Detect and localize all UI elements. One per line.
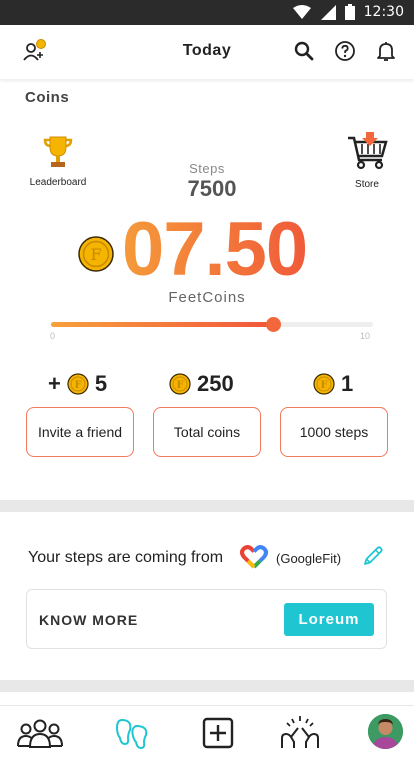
section-divider [0, 500, 414, 512]
svg-text:F: F [176, 380, 183, 391]
search-icon[interactable] [292, 39, 316, 63]
bell-icon[interactable] [374, 39, 398, 63]
google-fit-label: (GoogleFit) [276, 551, 342, 566]
battery-icon [344, 4, 355, 20]
coin-icon: F [67, 373, 89, 395]
know-more-button[interactable]: Loreum [284, 603, 374, 636]
stat-total: F 250 [169, 370, 234, 398]
feet-icon[interactable] [108, 714, 156, 752]
coins-value: 07.50 [122, 204, 308, 296]
section-title-coins: Coins [25, 89, 70, 106]
slider-max-label: 10 [360, 331, 371, 341]
stat-value: 5 [94, 371, 108, 396]
bottom-nav [0, 705, 414, 760]
svg-text:F: F [90, 245, 101, 264]
stat-value: 1 [341, 371, 354, 396]
status-time: 12:30 [363, 4, 404, 20]
know-more-label: KNOW MORE [39, 612, 139, 628]
wifi-icon [292, 5, 311, 19]
currency-label: FeetCoins [168, 289, 246, 306]
stat-steps: F 1 [313, 370, 353, 398]
celebrate-icon[interactable] [276, 714, 324, 752]
stat-value: 250 [197, 371, 234, 396]
help-icon[interactable] [333, 39, 357, 63]
coin-icon: F [313, 373, 335, 395]
edit-icon[interactable] [362, 545, 384, 567]
avatar-image [368, 714, 403, 749]
know-more-card: KNOW MORE Loreum [26, 589, 387, 649]
slider-fill [51, 322, 274, 327]
feetcoin-icon: F [78, 236, 114, 272]
google-fit-icon [240, 545, 268, 569]
stat-invite: + F 5 [48, 370, 107, 398]
slider-thumb[interactable] [266, 317, 282, 332]
svg-text:F: F [320, 380, 327, 391]
top-app-bar: Today [0, 25, 414, 79]
stat-prefix: + [48, 371, 61, 396]
total-coins-button[interactable]: Total coins [153, 407, 261, 457]
slider-min-label: 0 [50, 331, 56, 341]
steps-label: Steps [189, 161, 225, 176]
section-divider [0, 680, 414, 692]
svg-text:F: F [74, 380, 81, 391]
signal-icon [320, 5, 336, 20]
steps-source-text: Your steps are coming from [28, 549, 224, 566]
steps-reward-button[interactable]: 1000 steps [280, 407, 388, 457]
status-bar: 12:30 [0, 0, 414, 25]
profile-avatar[interactable] [368, 714, 403, 749]
coin-icon: F [169, 373, 191, 395]
community-icon[interactable] [16, 714, 64, 752]
steps-value: 7500 [187, 176, 237, 201]
invite-friend-button[interactable]: Invite a friend [26, 407, 134, 457]
progress-slider[interactable] [51, 317, 373, 332]
add-icon[interactable] [194, 714, 242, 752]
